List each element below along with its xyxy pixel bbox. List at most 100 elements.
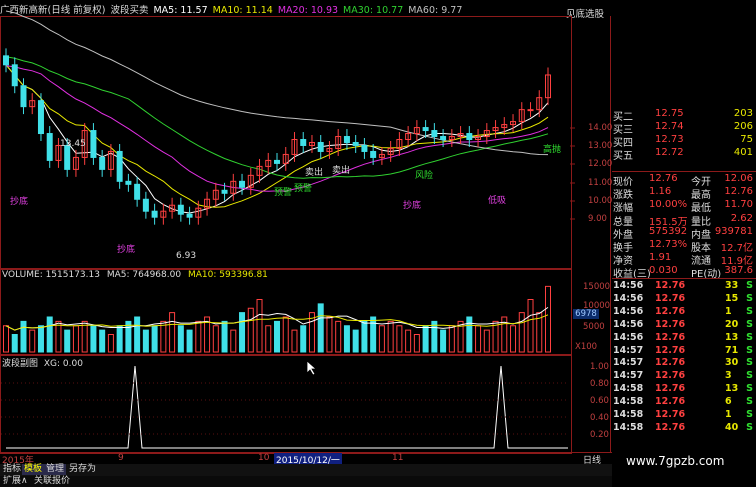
tick-direction: S xyxy=(746,344,753,356)
stat-value: 12.76 xyxy=(649,173,678,184)
volume-bar xyxy=(134,316,141,353)
tick-row: 14:57 12.76 71 S xyxy=(613,345,755,357)
stat-row: 涨跌 1.16 最高 12.76 xyxy=(613,186,755,201)
low-label: 6.93 xyxy=(176,251,197,261)
tick-volume: 6 xyxy=(725,396,732,408)
tick-row: 14:56 12.76 33 S xyxy=(613,280,755,292)
order-book-row: 买二 12.75 203 xyxy=(613,108,755,123)
volume-bar xyxy=(37,325,44,353)
volume-bar xyxy=(151,325,158,353)
volume-bar xyxy=(11,334,18,353)
volume-bar xyxy=(195,320,202,353)
stat-value: 387.6 xyxy=(724,265,753,277)
tab-indicator[interactable]: 指标 xyxy=(1,464,23,475)
volume-bar xyxy=(422,325,429,353)
candle-body xyxy=(300,139,307,146)
tick-row: 14:58 12.76 13 S xyxy=(613,383,755,395)
volume-bar xyxy=(343,325,350,353)
expand-button[interactable]: 扩展∧ xyxy=(1,476,30,487)
mouse-cursor-icon xyxy=(306,360,318,376)
vol-axis-5000: 5000 xyxy=(583,322,605,332)
tick-direction: S xyxy=(746,421,753,433)
volume-bar xyxy=(282,316,289,353)
related-quote-button[interactable]: 关联报价 xyxy=(32,476,72,487)
price-axis-12: 12.00 xyxy=(588,159,613,169)
tick-time: 14:58 xyxy=(613,409,644,420)
volume-bar xyxy=(221,320,228,353)
stat-row: 换手 12.73% 股本 12.7亿 xyxy=(613,239,755,254)
candle-body xyxy=(177,204,184,215)
volume-bar xyxy=(352,329,359,353)
bid-volume: 75 xyxy=(740,134,753,145)
tick-price: 12.76 xyxy=(655,344,686,356)
tick-volume: 1 xyxy=(725,305,732,317)
tick-volume: 71 xyxy=(725,344,739,356)
tick-price: 12.76 xyxy=(655,409,686,420)
order-book-row: 买三 12.74 206 xyxy=(613,121,755,136)
volume-bar xyxy=(300,325,307,353)
volume-bar xyxy=(247,307,254,353)
volume-bar xyxy=(212,325,219,353)
xg-signal-line xyxy=(6,365,568,449)
volume-bar xyxy=(3,325,9,353)
stat-value: 0.030 xyxy=(649,265,678,277)
candle-body xyxy=(186,213,193,218)
volume-bar xyxy=(186,329,193,353)
tick-row: 14:56 12.76 1 S xyxy=(613,306,755,318)
vol-axis-15000: 15000 xyxy=(583,282,611,292)
stat-value: 2.62 xyxy=(730,212,753,224)
volume-bar xyxy=(466,316,473,353)
date-label-9: 9 xyxy=(118,453,124,463)
candle-body xyxy=(440,136,447,141)
price-axis-14: 14.00 xyxy=(588,123,613,133)
volume-bar xyxy=(116,325,123,353)
volume-bar xyxy=(274,320,280,353)
stat-row: 涨幅 10.00% 最低 11.70 xyxy=(613,199,755,214)
bid-volume: 203 xyxy=(733,108,753,119)
volume-bar xyxy=(317,303,324,353)
price-axis-11: 11.00 xyxy=(588,178,613,188)
bid-price: 12.74 xyxy=(655,121,684,132)
buy-signal-3: 抄底 xyxy=(403,201,422,211)
volume-bar xyxy=(256,299,263,353)
tick-volume: 13 xyxy=(725,331,739,343)
ind-axis-06: 0.60 xyxy=(590,396,609,406)
tick-row: 14:56 12.76 20 S xyxy=(613,319,755,331)
volume-bar xyxy=(46,316,53,353)
tab-save-as[interactable]: 另存为 xyxy=(67,464,98,475)
kline-chart[interactable] xyxy=(0,0,612,460)
indicator-title[interactable]: 波段副图 xyxy=(2,359,38,369)
tick-price: 12.76 xyxy=(655,305,686,317)
price-axis-9: 9.00 xyxy=(588,214,607,224)
tick-time: 14:58 xyxy=(613,421,644,433)
candle-body xyxy=(466,133,473,141)
candle-body xyxy=(151,210,158,218)
candle-body xyxy=(527,109,534,112)
volume-bar xyxy=(527,299,534,353)
bid-price: 12.72 xyxy=(655,147,684,158)
tick-time: 14:57 xyxy=(613,370,644,382)
stat-row: 收益(三) 0.030 PE(动) 387.6 xyxy=(613,265,755,280)
tick-volume: 3 xyxy=(725,370,732,382)
bid-price: 12.75 xyxy=(655,108,684,119)
stat-row: 现价 12.76 今开 12.06 xyxy=(613,173,755,188)
tick-time: 14:56 xyxy=(613,305,644,317)
tick-time: 14:57 xyxy=(613,357,644,369)
volume-ma10: MA10: 593396.81 xyxy=(187,270,268,280)
high-label: 13.45 xyxy=(60,139,86,149)
tick-direction: S xyxy=(746,280,753,291)
tab-manage[interactable]: 管理 xyxy=(44,464,67,475)
volume-bar xyxy=(335,320,342,353)
tick-volume: 13 xyxy=(725,383,739,395)
stat-value: 11.70 xyxy=(724,199,753,211)
tab-template[interactable]: 模板 xyxy=(22,464,45,475)
warning-signal-2: 预警 xyxy=(294,184,313,194)
candle-body xyxy=(274,159,280,164)
tick-volume: 40 xyxy=(725,421,739,433)
volume-bar xyxy=(107,334,114,353)
candle-body xyxy=(116,150,123,182)
volume-bar xyxy=(510,325,517,353)
take-profit-signal: 高抛 xyxy=(543,145,562,155)
candle-body xyxy=(64,144,71,170)
watermark: www.7gpzb.com xyxy=(626,454,725,468)
